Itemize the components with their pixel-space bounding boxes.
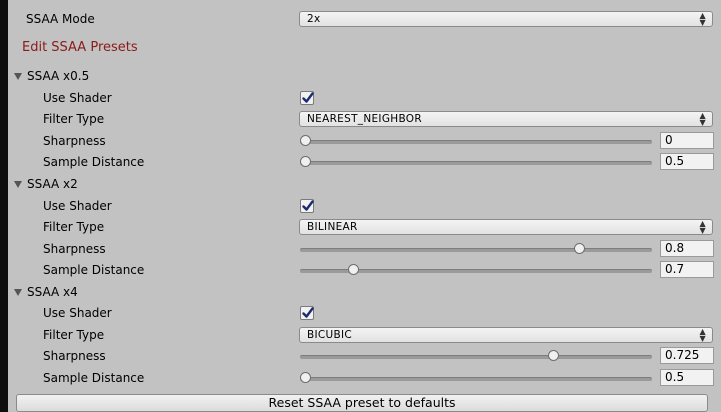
sharpness-row: Sharpness 0: [8, 131, 721, 151]
updown-chevron-icon: ▲ ▼: [699, 111, 706, 127]
preset-foldout-x4[interactable]: SSAA x4: [8, 282, 721, 302]
sample-distance-field[interactable]: 0.7: [660, 261, 714, 278]
filter-type-row: Filter Type BICUBIC ▲ ▼: [8, 325, 721, 345]
edit-presets-row: Edit SSAA Presets: [8, 37, 721, 57]
sample-distance-label: Sample Distance: [43, 155, 145, 169]
filter-type-dropdown[interactable]: BICUBIC ▲ ▼: [299, 327, 713, 343]
sample-distance-slider-track[interactable]: [300, 377, 652, 381]
filter-type-value: NEAREST_NEIGHBOR: [307, 113, 422, 125]
ssaa-mode-row: SSAA Mode 2x ▲ ▼: [8, 9, 721, 29]
filter-type-value: BICUBIC: [307, 329, 353, 341]
checkmark-icon: [302, 200, 314, 211]
updown-chevron-icon: ▲ ▼: [699, 11, 706, 27]
filter-type-row: Filter Type BILINEAR ▲ ▼: [8, 217, 721, 237]
sample-distance-label: Sample Distance: [43, 371, 145, 385]
filter-type-label: Filter Type: [43, 220, 105, 234]
preset-foldout-x2[interactable]: SSAA x2: [8, 174, 721, 194]
sharpness-slider-track[interactable]: [300, 248, 652, 252]
sharpness-label: Sharpness: [43, 242, 106, 256]
triangle-down-icon[interactable]: [14, 180, 22, 188]
ssaa-mode-value: 2x: [307, 13, 321, 25]
use-shader-label: Use Shader: [43, 306, 112, 320]
sharpness-field[interactable]: 0: [660, 132, 714, 149]
sample-distance-slider-thumb[interactable]: [300, 156, 311, 167]
filter-type-value: BILINEAR: [307, 221, 358, 233]
sharpness-row: Sharpness 0.8: [8, 239, 721, 259]
ssaa-mode-label: SSAA Mode: [26, 12, 95, 26]
preset-foldout-x0-5[interactable]: SSAA x0.5: [8, 66, 721, 86]
checkmark-icon: [302, 307, 314, 318]
use-shader-row: Use Shader: [8, 196, 721, 216]
use-shader-label: Use Shader: [43, 199, 112, 213]
sample-distance-slider-thumb[interactable]: [300, 372, 311, 383]
sample-distance-field[interactable]: 0.5: [660, 153, 714, 170]
triangle-down-icon[interactable]: [14, 288, 22, 296]
reset-presets-button[interactable]: Reset SSAA preset to defaults: [16, 394, 708, 412]
filter-type-row: Filter Type NEAREST_NEIGHBOR ▲ ▼: [8, 109, 721, 129]
use-shader-checkbox[interactable]: [300, 306, 314, 320]
filter-type-dropdown[interactable]: BILINEAR ▲ ▼: [299, 219, 713, 235]
use-shader-checkbox[interactable]: [300, 91, 314, 105]
preset-title: SSAA x0.5: [27, 69, 90, 83]
sharpness-row: Sharpness 0.725: [8, 346, 721, 366]
sample-distance-slider-thumb[interactable]: [347, 264, 359, 275]
sample-distance-field[interactable]: 0.5: [660, 369, 714, 386]
sharpness-slider-thumb[interactable]: [547, 350, 559, 361]
filter-type-label: Filter Type: [43, 328, 105, 342]
use-shader-checkbox[interactable]: [300, 199, 314, 213]
filter-type-dropdown[interactable]: NEAREST_NEIGHBOR ▲ ▼: [299, 111, 713, 127]
edit-presets-link[interactable]: Edit SSAA Presets: [22, 40, 138, 55]
sharpness-slider-thumb[interactable]: [300, 135, 311, 146]
use-shader-row: Use Shader: [8, 88, 721, 108]
sample-distance-row: Sample Distance 0.7: [8, 260, 721, 280]
sharpness-slider-track[interactable]: [300, 140, 652, 144]
preset-title: SSAA x2: [27, 177, 78, 191]
checkmark-icon: [302, 92, 314, 103]
ssaa-mode-dropdown[interactable]: 2x ▲ ▼: [299, 11, 713, 27]
inspector-panel: SSAA Mode 2x ▲ ▼ Edit SSAA Presets SSAA x…: [8, 0, 721, 412]
sample-distance-label: Sample Distance: [43, 263, 145, 277]
sharpness-label: Sharpness: [43, 349, 106, 363]
sharpness-slider-thumb[interactable]: [573, 243, 585, 254]
sample-distance-row: Sample Distance 0.5: [8, 368, 721, 388]
sample-distance-row: Sample Distance 0.5: [8, 152, 721, 172]
updown-chevron-icon: ▲ ▼: [699, 219, 706, 235]
sharpness-field[interactable]: 0.725: [660, 347, 714, 364]
triangle-down-icon[interactable]: [14, 72, 22, 80]
updown-chevron-icon: ▲ ▼: [699, 327, 706, 343]
sharpness-slider-track[interactable]: [300, 355, 652, 359]
sharpness-label: Sharpness: [43, 134, 106, 148]
filter-type-label: Filter Type: [43, 112, 105, 126]
use-shader-row: Use Shader: [8, 303, 721, 323]
preset-title: SSAA x4: [27, 285, 78, 299]
sample-distance-slider-track[interactable]: [300, 161, 652, 165]
sharpness-field[interactable]: 0.8: [660, 240, 714, 257]
use-shader-label: Use Shader: [43, 91, 112, 105]
